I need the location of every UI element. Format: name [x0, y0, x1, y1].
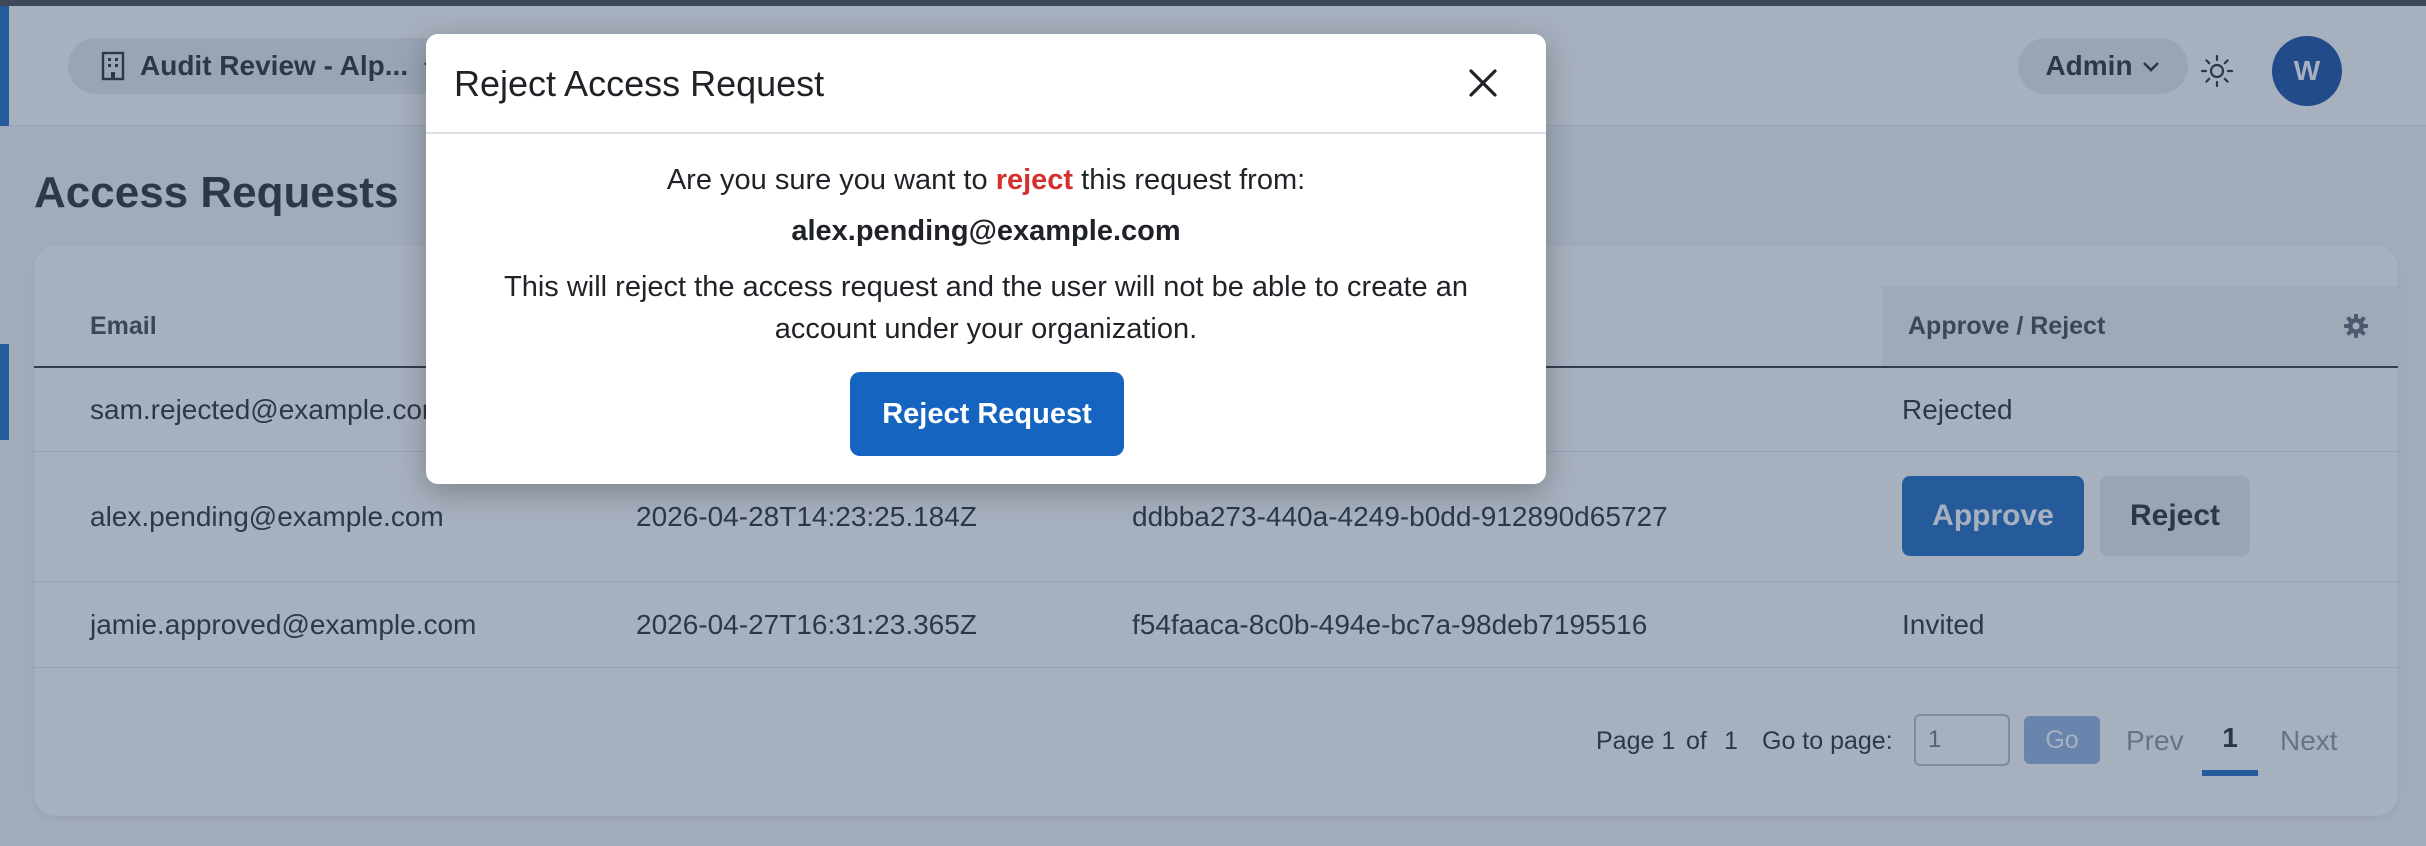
confirm-action: reject [995, 164, 1074, 196]
confirm-prefix: Are you sure you want to [666, 164, 988, 196]
dialog-title: Reject Access Request [454, 63, 825, 104]
close-icon[interactable] [1464, 64, 1502, 102]
warning-message: This will reject the access request and … [504, 271, 1468, 345]
confirm-suffix: this request from: [1081, 164, 1306, 196]
app-shell: Audit Review - Alp... Admin W Access Req… [0, 0, 2426, 846]
confirm-message: Are you sure you want to reject this req… [426, 164, 1546, 197]
reject-request-button[interactable]: Reject Request [850, 372, 1124, 456]
reject-dialog: Reject Access Request Are you sure you w… [426, 34, 1546, 484]
dialog-header: Reject Access Request [426, 34, 1546, 134]
target-email: alex.pending@example.com [791, 215, 1181, 247]
dialog-body: Are you sure you want to reject this req… [426, 134, 1546, 350]
